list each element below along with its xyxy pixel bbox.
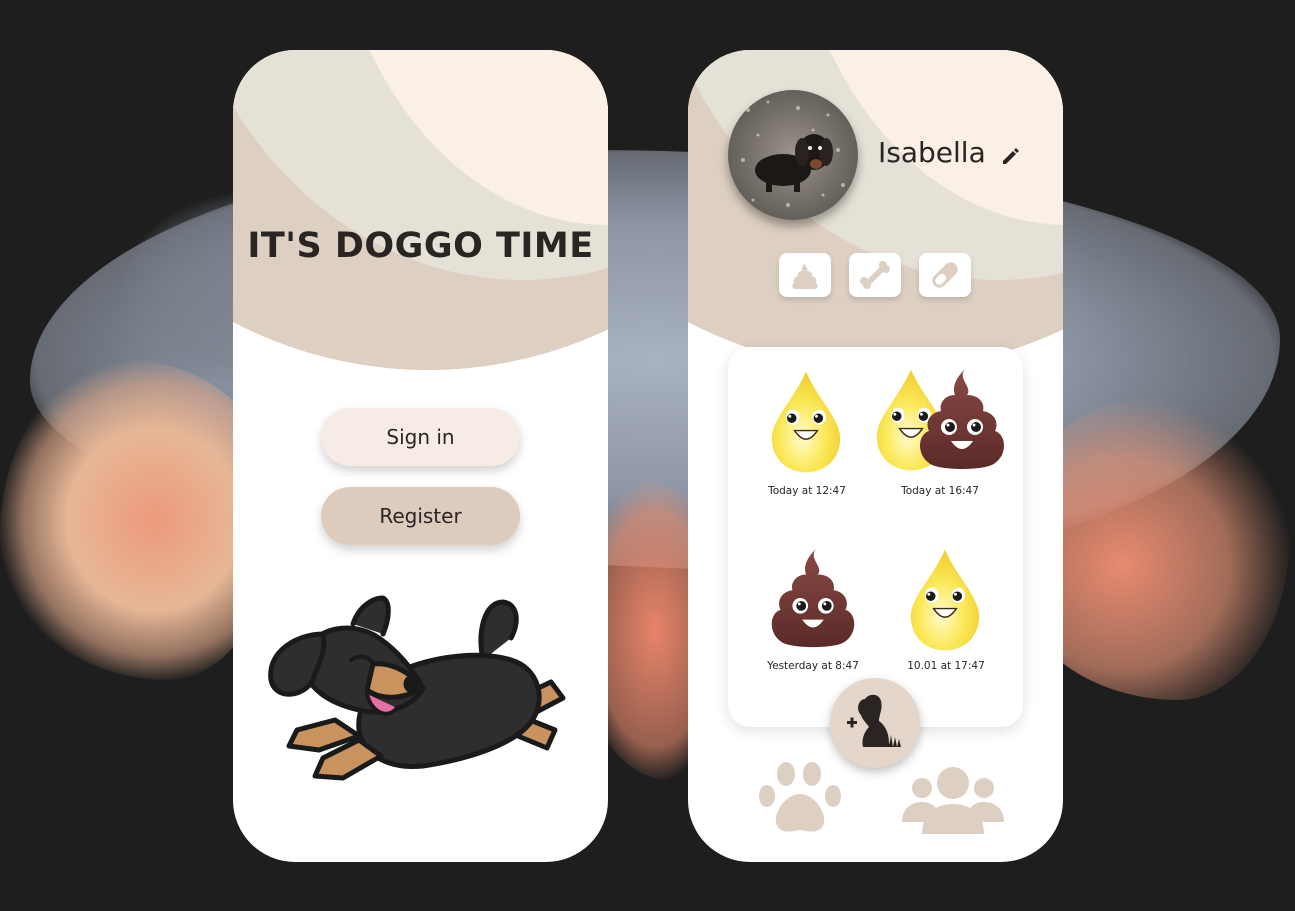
add-dog-button[interactable] (830, 678, 920, 768)
entry-time: Yesterday at 8:47 (767, 660, 859, 672)
pee-icon (768, 369, 844, 475)
app-title: IT'S DOGGO TIME (247, 226, 594, 266)
register-button[interactable]: Register (321, 487, 520, 545)
entry-time: 10.01 at 17:47 (907, 660, 985, 672)
poop-icon (916, 365, 1008, 475)
entry-item[interactable]: Today at 12:47 (728, 347, 878, 517)
poop-icon (768, 545, 858, 653)
entry-item[interactable]: Today at 16:47 (873, 347, 1023, 517)
category-food-button[interactable] (849, 253, 901, 297)
category-poop-button[interactable] (779, 253, 831, 297)
profile-name: Isabella (878, 136, 986, 169)
pee-icon (907, 547, 983, 653)
pencil-icon[interactable] (1000, 146, 1020, 166)
poop-icon (792, 262, 818, 289)
dog-photo-avatar[interactable] (728, 90, 858, 220)
entry-time: Today at 12:47 (768, 485, 846, 497)
dachshund-illustration (268, 595, 566, 781)
group-icon[interactable] (900, 766, 1006, 834)
category-medicine-button[interactable] (919, 253, 971, 297)
profile-screen: Isabella Today at 12:47 Today at 16:47 Y… (688, 50, 1063, 862)
activity-card: Today at 12:47 Today at 16:47 Yesterday … (728, 347, 1023, 727)
pill-icon (932, 262, 958, 288)
entry-time: Today at 16:47 (901, 485, 979, 497)
paw-icon[interactable] (758, 760, 842, 834)
sign-in-button[interactable]: Sign in (321, 408, 520, 466)
add-dog-icon (847, 694, 901, 747)
entry-item[interactable]: 10.01 at 17:47 (873, 537, 1023, 707)
login-screen: IT'S DOGGO TIME Sign in Register (233, 50, 608, 862)
bone-icon (860, 261, 890, 289)
